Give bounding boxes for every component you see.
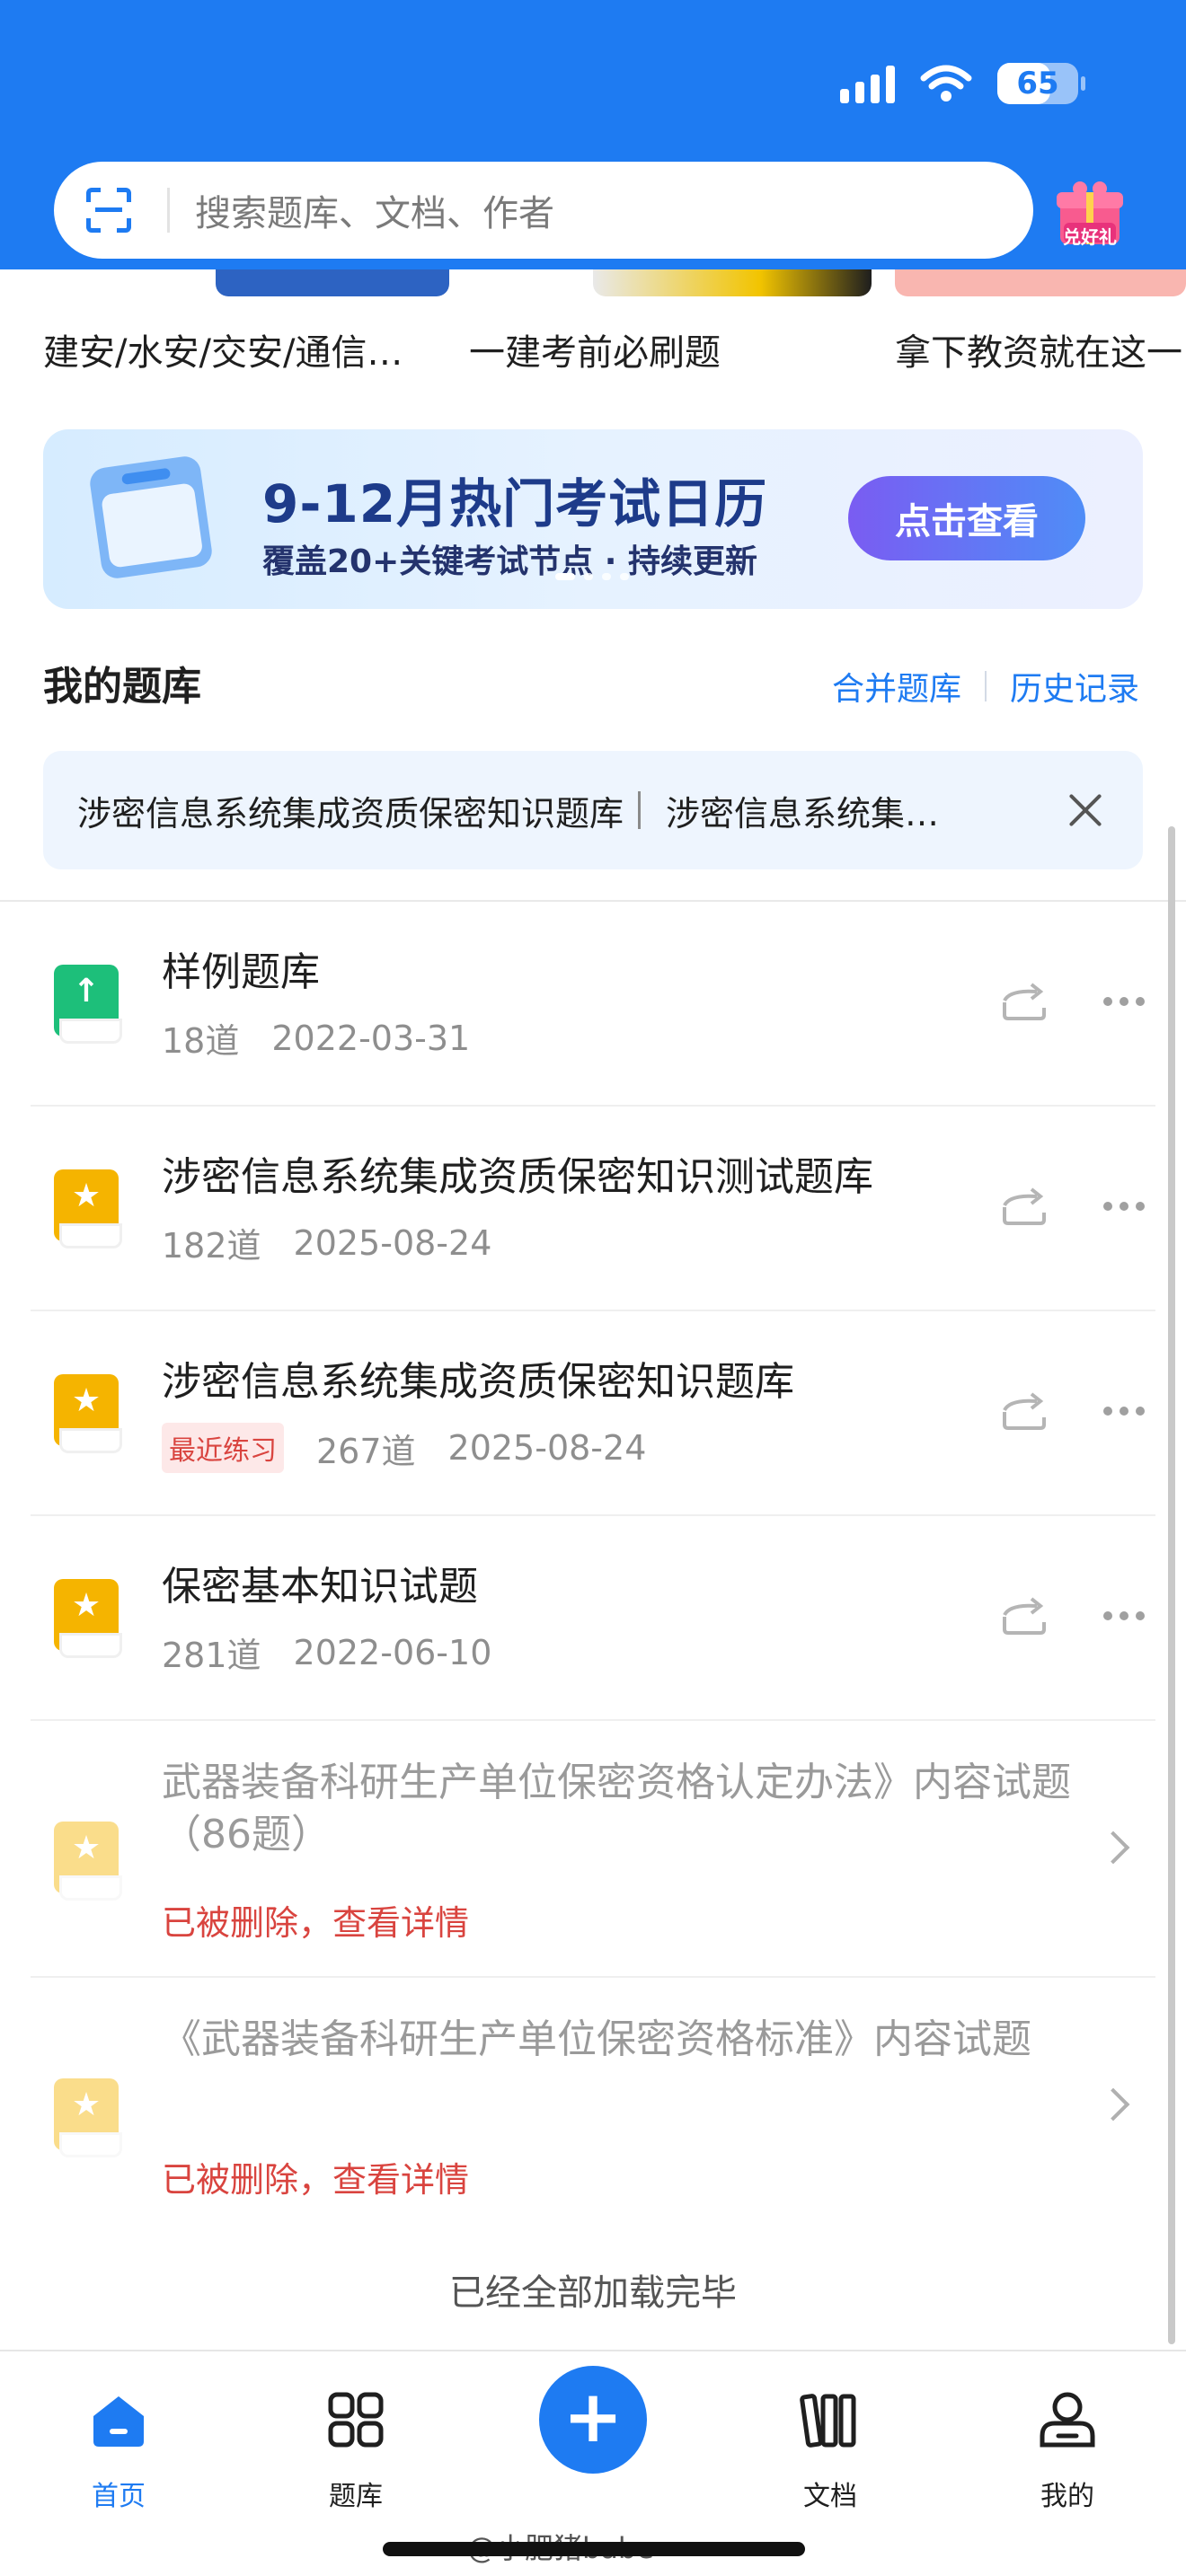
star-icon: ★ [54, 2078, 122, 2157]
more-icon[interactable] [1103, 1407, 1145, 1416]
recent-item[interactable]: 涉密信息系统集成资质保密知识题库 [77, 786, 624, 835]
search-input[interactable]: 搜索题库、文档、作者 [195, 184, 554, 236]
deleted-status-link[interactable]: 已被删除，查看详情 [162, 2152, 469, 2201]
question-count: 18道 [162, 1021, 240, 1061]
star-icon: ★ [54, 1822, 122, 1901]
scan-icon[interactable] [86, 188, 131, 233]
list-item[interactable]: ★ 涉密信息系统集成资质保密知识测试题库 182道 2025-08-24 [31, 1107, 1155, 1311]
search-bar[interactable]: 搜索题库、文档、作者 [54, 162, 1033, 259]
add-button[interactable]: + [539, 2366, 647, 2474]
bank-meta: 最近练习 267道 2025-08-24 [162, 1423, 678, 1473]
scrollbar[interactable] [1168, 826, 1175, 2344]
bank-meta: 281道 2022-06-10 [162, 1628, 524, 1677]
my-bank-title: 我的题库 [43, 664, 201, 710]
category-label[interactable]: 建安/水安/交安/通信… [43, 323, 403, 375]
battery-icon: 65 [997, 63, 1085, 104]
list-item[interactable]: ★ 保密基本知识试题 281道 2022-06-10 [31, 1516, 1155, 1721]
recent-item[interactable]: 涉密信息系统集… [666, 786, 939, 835]
category-thumbnail[interactable] [216, 269, 449, 296]
category-label[interactable]: 拿下教资就在这一 [895, 323, 1182, 375]
share-icon[interactable] [1001, 1186, 1048, 1227]
end-of-list-text: 已经全部加载完毕 [449, 2272, 737, 2314]
deleted-bank-title: 《武器装备科研生产单位保密资格标准》内容试题 [162, 2016, 1031, 2062]
deleted-list-item[interactable]: ★ 武器装备科研生产单位保密资格认定办法》内容试题（86题） 已被删除，查看详情 [31, 1721, 1155, 1978]
status-bar: 65 [840, 63, 1085, 104]
question-count: 267道 [316, 1431, 416, 1471]
home-indicator[interactable] [383, 2542, 805, 2556]
chevron-right-icon[interactable] [1096, 2087, 1130, 2122]
tab-label: 题库 [329, 2481, 383, 2512]
star-icon: ★ [54, 1374, 122, 1453]
question-count: 281道 [162, 1636, 261, 1675]
gift-label: 兑好礼 [1063, 226, 1117, 248]
deleted-status-link[interactable]: 已被删除，查看详情 [162, 1895, 469, 1945]
bank-title: 保密基本知识试题 [162, 1564, 478, 1610]
top-header: 65 搜索题库、文档、作者 兑好礼 [0, 0, 1186, 269]
calendar-icon [87, 454, 215, 581]
close-icon[interactable] [1067, 792, 1103, 828]
documents-icon [800, 2394, 856, 2448]
category-carousel: 建安/水安/交安/通信… 一建考前必刷题 拿下教资就在这一 [0, 269, 1186, 377]
tab-label: 我的 [1040, 2481, 1094, 2512]
profile-icon [1040, 2392, 1095, 2448]
chevron-right-icon[interactable] [1096, 1831, 1130, 1865]
category-thumbnail[interactable] [593, 269, 872, 296]
exam-calendar-banner[interactable]: 9-12月热门考试日历 覆盖20+关键考试节点 · 持续更新 点击查看 [43, 429, 1143, 609]
home-icon [93, 2396, 144, 2447]
share-icon[interactable] [1001, 1595, 1048, 1636]
banner-title: 9-12月热门考试日历 [262, 473, 768, 534]
wifi-icon [920, 65, 972, 101]
carousel-indicator [555, 573, 629, 580]
banner-subtitle: 覆盖20+关键考试节点 · 持续更新 [262, 543, 758, 580]
more-icon[interactable] [1103, 1611, 1145, 1620]
more-icon[interactable] [1103, 997, 1145, 1006]
recent-divider [638, 791, 642, 829]
share-icon[interactable] [1001, 1390, 1048, 1432]
bank-title: 样例题库 [162, 949, 320, 995]
bank-meta: 182道 2025-08-24 [162, 1218, 524, 1267]
battery-level: 65 [1016, 66, 1059, 101]
bank-date: 2022-03-31 [271, 1018, 471, 1058]
question-count: 182道 [162, 1226, 261, 1266]
my-bank-actions: 合并题库 历史记录 [832, 663, 1139, 710]
upload-icon: ↑ [54, 965, 122, 1044]
tab-label: 文档 [803, 2481, 857, 2512]
history-link[interactable]: 历史记录 [1010, 663, 1139, 710]
merge-bank-link[interactable]: 合并题库 [832, 663, 961, 710]
share-icon[interactable] [1001, 981, 1048, 1022]
bank-title: 涉密信息系统集成资质保密知识题库 [162, 1359, 794, 1405]
links-divider [984, 671, 987, 701]
gift-button[interactable]: 兑好礼 [1051, 180, 1128, 251]
bank-date: 2022-06-10 [293, 1632, 492, 1672]
star-icon: ★ [54, 1169, 122, 1248]
question-bank-list: ↑ 样例题库 18道 2022-03-31 ★ 涉密信息系统集成资质保密知识测试题… [0, 902, 1186, 2235]
more-icon[interactable] [1103, 1202, 1145, 1211]
tab-label: 首页 [92, 2481, 146, 2512]
bank-title: 涉密信息系统集成资质保密知识测试题库 [162, 1154, 873, 1200]
recent-practice-bar[interactable]: 涉密信息系统集成资质保密知识题库 涉密信息系统集… [43, 751, 1143, 869]
bank-date: 2025-08-24 [447, 1428, 647, 1468]
cellular-signal-icon [840, 64, 895, 103]
deleted-bank-title: 武器装备科研生产单位保密资格认定办法》内容试题（86题） [162, 1760, 1071, 1857]
recent-practice-badge: 最近练习 [162, 1423, 284, 1473]
bank-date: 2025-08-24 [293, 1222, 492, 1263]
banner-view-button[interactable]: 点击查看 [848, 476, 1085, 560]
grid-icon [328, 2392, 384, 2448]
star-icon: ★ [54, 1579, 122, 1658]
deleted-list-item[interactable]: ★ 《武器装备科研生产单位保密资格标准》内容试题 已被删除，查看详情 [31, 1978, 1155, 2235]
category-label[interactable]: 一建考前必刷题 [469, 323, 721, 375]
category-thumbnail[interactable] [895, 269, 1186, 296]
list-item[interactable]: ★ 涉密信息系统集成资质保密知识题库 最近练习 267道 2025-08-24 [31, 1311, 1155, 1516]
bank-meta: 18道 2022-03-31 [162, 1013, 502, 1063]
list-item[interactable]: ↑ 样例题库 18道 2022-03-31 [31, 902, 1155, 1107]
search-divider [167, 188, 170, 233]
